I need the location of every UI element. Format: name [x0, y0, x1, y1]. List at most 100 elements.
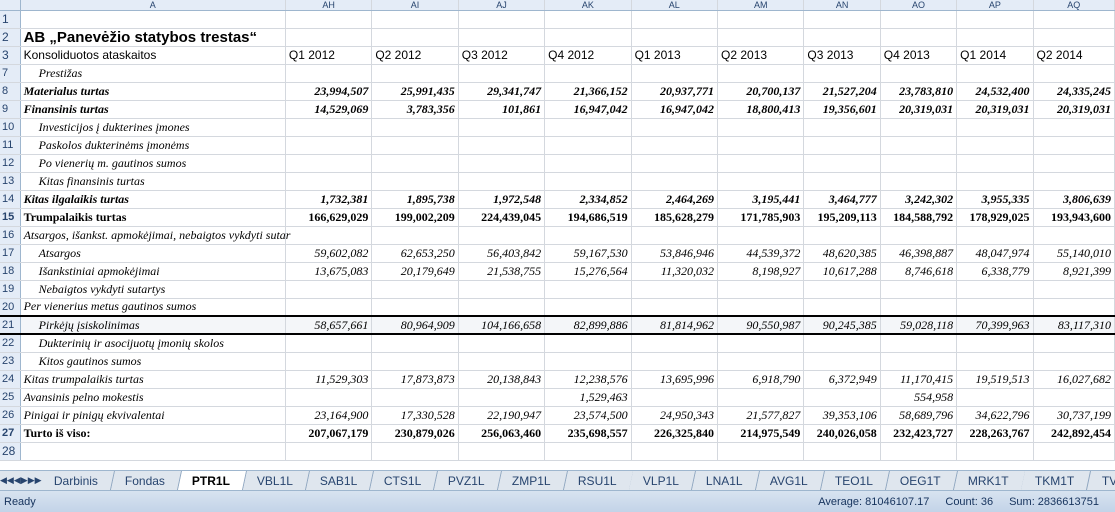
data-cell[interactable]: 11,320,032 — [631, 262, 719, 281]
data-cell[interactable]: Q1 2014 — [956, 46, 1034, 65]
data-cell[interactable] — [458, 226, 546, 245]
data-cell[interactable]: 22,190,947 — [458, 406, 546, 425]
data-cell[interactable]: 256,063,460 — [458, 424, 546, 443]
row-label-cell[interactable]: Turto iš viso: — [20, 424, 286, 443]
row-label-cell[interactable]: Avansinis pelno mokestis — [20, 388, 286, 407]
data-cell[interactable]: 12,238,576 — [544, 370, 632, 389]
data-cell[interactable] — [631, 136, 719, 155]
data-cell[interactable]: 55,140,010 — [1033, 244, 1115, 263]
data-cell[interactable]: 1,529,463 — [544, 388, 632, 407]
row-header[interactable]: 23 — [0, 352, 21, 371]
data-cell[interactable] — [803, 352, 881, 371]
data-cell[interactable] — [956, 442, 1034, 461]
row-header[interactable]: 1 — [0, 10, 21, 29]
data-cell[interactable]: 232,423,727 — [880, 424, 958, 443]
data-cell[interactable]: 3,464,777 — [803, 190, 881, 209]
data-cell[interactable]: 185,628,279 — [631, 208, 719, 227]
data-cell[interactable] — [544, 334, 632, 353]
row-header[interactable]: 9 — [0, 100, 21, 119]
row-label-cell[interactable]: Pinigai ir pinigų ekvivalentai — [20, 406, 286, 425]
row-label-cell[interactable]: Nebaigtos vykdyti sutartys — [20, 280, 286, 299]
data-cell[interactable] — [631, 226, 719, 245]
data-cell[interactable]: 178,929,025 — [956, 208, 1034, 227]
data-cell[interactable]: 193,943,600 — [1033, 208, 1115, 227]
data-cell[interactable] — [803, 64, 881, 83]
data-cell[interactable] — [956, 118, 1034, 137]
data-cell[interactable] — [631, 28, 719, 47]
data-cell[interactable]: 1,895,738 — [371, 190, 459, 209]
next-sheet-icon[interactable]: ▶ — [21, 475, 28, 486]
data-cell[interactable] — [717, 226, 805, 245]
data-cell[interactable]: 104,166,658 — [458, 315, 546, 335]
data-cell[interactable] — [631, 10, 719, 29]
data-cell[interactable] — [803, 10, 881, 29]
column-header-am[interactable]: AM — [717, 0, 805, 11]
data-cell[interactable]: 14,529,069 — [285, 100, 373, 119]
data-cell[interactable]: 23,994,507 — [285, 82, 373, 101]
data-cell[interactable] — [956, 28, 1034, 47]
data-cell[interactable]: 3,242,302 — [880, 190, 958, 209]
row-label-cell[interactable]: Kitas trumpalaikis turtas — [20, 370, 286, 389]
data-cell[interactable] — [880, 226, 958, 245]
sheet-tab-pvz1l[interactable]: PVZ1L — [434, 471, 503, 490]
data-cell[interactable] — [458, 352, 546, 371]
sheet-tab-darbinis[interactable]: Darbinis — [39, 471, 115, 490]
data-cell[interactable]: 199,002,209 — [371, 208, 459, 227]
row-header[interactable]: 17 — [0, 244, 21, 263]
row-header[interactable]: 2 — [0, 28, 21, 47]
row-label-cell[interactable]: Trumpalaikis turtas — [20, 208, 286, 227]
data-cell[interactable]: 80,964,909 — [371, 315, 459, 335]
data-cell[interactable] — [803, 172, 881, 191]
data-cell[interactable] — [285, 172, 373, 191]
row-label-cell[interactable]: Dukterinių ir asocijuotų įmonių skolos — [20, 334, 286, 353]
data-cell[interactable]: 29,341,747 — [458, 82, 546, 101]
data-cell[interactable]: 20,319,031 — [1033, 100, 1115, 119]
data-cell[interactable]: 184,588,792 — [880, 208, 958, 227]
column-header-ao[interactable]: AO — [880, 0, 958, 11]
data-cell[interactable] — [285, 280, 373, 299]
data-cell[interactable]: 166,629,029 — [285, 208, 373, 227]
sheet-tab-lna1l[interactable]: LNA1L — [692, 471, 761, 490]
data-cell[interactable] — [285, 442, 373, 461]
sheet-tab-vbl1l[interactable]: VBL1L — [242, 471, 310, 490]
data-cell[interactable]: Q1 2013 — [631, 46, 719, 65]
data-cell[interactable]: 62,653,250 — [371, 244, 459, 263]
data-cell[interactable] — [285, 28, 373, 47]
row-label-cell[interactable]: Kitos gautinos sumos — [20, 352, 286, 371]
data-cell[interactable] — [1033, 226, 1115, 245]
data-cell[interactable] — [544, 28, 632, 47]
data-cell[interactable]: 13,675,083 — [285, 262, 373, 281]
data-cell[interactable] — [544, 172, 632, 191]
row-label-cell[interactable]: Pirkėjų įsiskolinimas — [20, 315, 286, 335]
data-cell[interactable] — [717, 388, 805, 407]
data-cell[interactable]: 58,657,661 — [285, 315, 373, 335]
data-cell[interactable]: 171,785,903 — [717, 208, 805, 227]
data-cell[interactable] — [880, 10, 958, 29]
row-label-cell[interactable]: Materialus turtas — [20, 82, 286, 101]
row-header[interactable]: 7 — [0, 64, 21, 83]
data-cell[interactable] — [285, 388, 373, 407]
data-cell[interactable]: 20,319,031 — [880, 100, 958, 119]
first-sheet-icon[interactable]: ◀◀ — [0, 475, 14, 486]
column-header-ap[interactable]: AP — [956, 0, 1034, 11]
data-cell[interactable]: 81,814,962 — [631, 315, 719, 335]
data-cell[interactable] — [956, 64, 1034, 83]
data-cell[interactable] — [544, 442, 632, 461]
data-cell[interactable]: 230,879,026 — [371, 424, 459, 443]
row-header[interactable]: 22 — [0, 334, 21, 353]
data-cell[interactable]: 23,783,810 — [880, 82, 958, 101]
row-header[interactable]: 12 — [0, 154, 21, 173]
data-cell[interactable]: 59,028,118 — [880, 315, 958, 335]
data-cell[interactable] — [371, 334, 459, 353]
data-cell[interactable]: 224,439,045 — [458, 208, 546, 227]
data-cell[interactable]: 46,398,887 — [880, 244, 958, 263]
row-label-cell[interactable]: Išankstiniai apmokėjimai — [20, 262, 286, 281]
data-cell[interactable] — [544, 352, 632, 371]
data-cell[interactable]: 194,686,519 — [544, 208, 632, 227]
data-cell[interactable]: 70,399,963 — [956, 315, 1034, 335]
data-cell[interactable]: 23,574,500 — [544, 406, 632, 425]
data-cell[interactable] — [803, 334, 881, 353]
column-header-aj[interactable]: AJ — [458, 0, 546, 11]
data-cell[interactable]: 6,372,949 — [803, 370, 881, 389]
data-cell[interactable] — [458, 172, 546, 191]
